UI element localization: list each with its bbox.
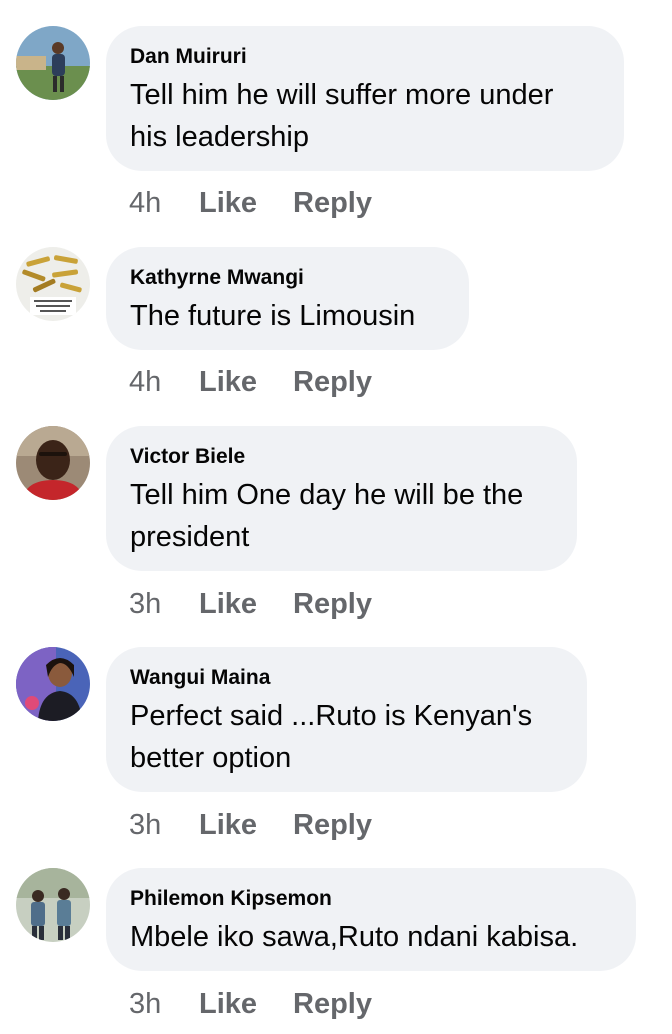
comment-timestamp[interactable]: 4h (129, 186, 199, 220)
comment-text: Tell him he will suffer more under his l… (130, 79, 554, 153)
comment-bubble: Wangui Maina Perfect said ...Ruto is Ken… (106, 647, 587, 792)
comment-timestamp[interactable]: 3h (129, 987, 199, 1021)
reply-button[interactable]: Reply (293, 186, 372, 220)
comment-bubble: Kathyrne Mwangi The future is Limousin (106, 247, 469, 350)
comment-author[interactable]: Victor Biele (130, 444, 551, 470)
avatar[interactable] (16, 647, 90, 721)
avatar[interactable] (16, 868, 90, 942)
comment-timestamp[interactable]: 4h (129, 365, 199, 399)
comment-actions: 3h Like Reply (129, 587, 372, 621)
like-button[interactable]: Like (199, 987, 293, 1021)
comment-actions: 3h Like Reply (129, 987, 372, 1021)
comment-bubble: Dan Muiruri Tell him he will suffer more… (106, 26, 624, 171)
comment-text: Perfect said ...Ruto is Kenyan's better … (130, 700, 533, 774)
comment-timestamp[interactable]: 3h (129, 587, 199, 621)
avatar[interactable] (16, 426, 90, 500)
like-button[interactable]: Like (199, 365, 293, 399)
comment-text: Tell him One day he will be the presiden… (130, 479, 524, 553)
comment-thread: Dan Muiruri Tell him he will suffer more… (0, 0, 672, 1034)
reply-button[interactable]: Reply (293, 987, 372, 1021)
like-button[interactable]: Like (199, 808, 293, 842)
comment-actions: 3h Like Reply (129, 808, 372, 842)
comment-text: Mbele iko sawa,Ruto ndani kabisa. (130, 921, 579, 953)
avatar[interactable] (16, 247, 90, 321)
reply-button[interactable]: Reply (293, 808, 372, 842)
like-button[interactable]: Like (199, 587, 293, 621)
comment-author[interactable]: Dan Muiruri (130, 44, 598, 70)
comment-bubble: Victor Biele Tell him One day he will be… (106, 426, 577, 571)
comment-actions: 4h Like Reply (129, 365, 372, 399)
reply-button[interactable]: Reply (293, 365, 372, 399)
comment-author[interactable]: Philemon Kipsemon (130, 886, 610, 912)
reply-button[interactable]: Reply (293, 587, 372, 621)
comment-author[interactable]: Wangui Maina (130, 665, 561, 691)
like-button[interactable]: Like (199, 186, 293, 220)
comment-timestamp[interactable]: 3h (129, 808, 199, 842)
comment-actions: 4h Like Reply (129, 186, 372, 220)
comment-bubble: Philemon Kipsemon Mbele iko sawa,Ruto nd… (106, 868, 636, 971)
comment-text: The future is Limousin (130, 300, 416, 332)
comment-author[interactable]: Kathyrne Mwangi (130, 265, 443, 291)
avatar[interactable] (16, 26, 90, 100)
